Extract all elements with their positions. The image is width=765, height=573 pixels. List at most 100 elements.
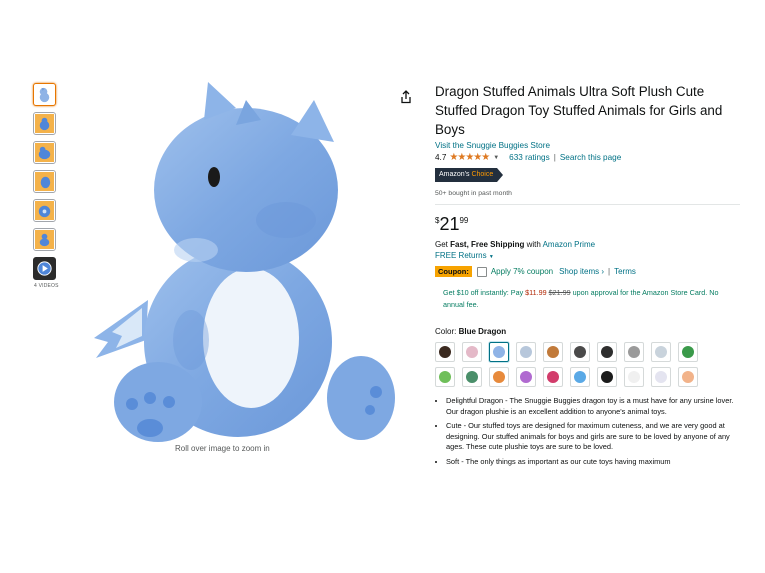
offer-new-price: $11.99 <box>525 288 547 297</box>
store-card-offer[interactable]: Get $10 off instantly: Pay $11.99 $21.99… <box>443 287 733 311</box>
dragon-thumbnail-image <box>35 143 54 162</box>
bullet-item: Cute - Our stuffed toys are designed for… <box>446 421 740 453</box>
videos-count-label: 4 VIDEOS <box>34 283 59 289</box>
swatch-image <box>466 371 478 383</box>
color-swatch[interactable] <box>543 367 563 387</box>
swatch-image <box>520 371 532 383</box>
offer-old-price: $21.99 <box>548 288 571 297</box>
dragon-plush-image <box>94 82 395 442</box>
divider <box>435 204 740 205</box>
swatch-image <box>547 346 559 358</box>
color-label: Color: Blue Dragon <box>435 327 740 336</box>
main-product-image[interactable] <box>86 80 401 445</box>
swatch-image <box>574 346 586 358</box>
product-title: Dragon Stuffed Animals Ultra Soft Plush … <box>435 84 723 137</box>
swatch-image <box>520 346 532 358</box>
feature-bullets: Delightful Dragon - The Snuggie Buggies … <box>435 396 740 467</box>
free-returns-link[interactable]: FREE Returns ▼ <box>435 251 740 260</box>
zoom-hint: Roll over image to zoom in <box>175 444 270 453</box>
dragon-thumbnail-image <box>35 172 54 191</box>
play-icon <box>37 261 52 276</box>
product-details: Dragon Stuffed Animals Ultra Soft Plush … <box>435 82 740 471</box>
color-swatches <box>435 342 740 387</box>
bought-count: 50+ bought in past month <box>435 190 512 197</box>
color-selected: Blue Dragon <box>458 327 507 336</box>
color-swatch[interactable] <box>516 342 536 362</box>
color-swatch[interactable] <box>597 342 617 362</box>
color-swatch[interactable] <box>435 342 455 362</box>
shipping-prefix: Get <box>435 240 451 249</box>
color-swatch[interactable] <box>651 342 671 362</box>
share-button[interactable] <box>400 90 412 104</box>
thumbnail-strip: 4 VIDEOS <box>33 83 61 289</box>
color-swatch[interactable] <box>462 342 482 362</box>
rating-row: 4.7 ★★★★★ ▼ 633 ratings | Search this pa… <box>435 152 740 163</box>
coupon-badge: Coupon: <box>435 266 472 277</box>
chevron-down-icon: ▼ <box>488 254 494 260</box>
color-swatch[interactable] <box>435 367 455 387</box>
video-thumbnail[interactable] <box>33 257 56 280</box>
price-fraction: 99 <box>459 216 469 225</box>
swatch-image <box>601 371 613 383</box>
bullet-item: Delightful Dragon - The Snuggie Buggies … <box>446 396 740 417</box>
price: $ 21 99 <box>435 214 740 234</box>
color-swatch[interactable] <box>489 367 509 387</box>
swatch-image <box>628 346 640 358</box>
offer-text-1: Get $10 off instantly: Pay <box>443 288 526 297</box>
thumbnail-2[interactable] <box>33 112 56 135</box>
amazon-prime-link[interactable]: Amazon Prime <box>543 240 595 249</box>
swatch-image <box>439 371 451 383</box>
shop-items-link[interactable]: Shop items › <box>559 267 604 276</box>
color-swatch[interactable] <box>462 367 482 387</box>
thumbnail-4[interactable] <box>33 170 56 193</box>
badge-choice: Choice <box>471 171 494 178</box>
chevron-down-icon[interactable]: ▼ <box>493 155 499 161</box>
color-swatch[interactable] <box>516 367 536 387</box>
swatch-image <box>601 346 613 358</box>
dragon-thumbnail-image <box>35 230 54 249</box>
swatch-image <box>574 371 586 383</box>
swatch-image <box>493 346 505 358</box>
price-whole: 21 <box>439 214 460 234</box>
badge-prefix: Amazon's <box>439 171 470 178</box>
thumbnail-5[interactable] <box>33 199 56 222</box>
swatch-image <box>547 371 559 383</box>
color-swatch[interactable] <box>678 342 698 362</box>
free-returns-label: FREE Returns <box>435 251 487 260</box>
color-swatch[interactable] <box>489 342 509 362</box>
dragon-thumbnail-image <box>39 87 50 103</box>
separator: | <box>608 267 611 276</box>
separator: | <box>553 153 556 162</box>
amazons-choice-badge: Amazon's Choice <box>435 168 504 182</box>
thumbnail-6[interactable] <box>33 228 56 251</box>
color-swatch[interactable] <box>624 367 644 387</box>
dragon-thumbnail-image <box>35 114 54 133</box>
swatch-image <box>466 346 478 358</box>
swatch-image <box>493 371 505 383</box>
ratings-count-link[interactable]: 633 ratings <box>509 153 550 162</box>
shipping-mid: with <box>524 240 543 249</box>
terms-link[interactable]: Terms <box>614 267 636 276</box>
color-swatch[interactable] <box>678 367 698 387</box>
share-icon <box>401 90 411 104</box>
dragon-thumbnail-image <box>35 201 54 220</box>
coupon-row: Coupon: Apply 7% coupon Shop items › | T… <box>435 265 740 278</box>
color-swatch[interactable] <box>570 342 590 362</box>
coupon-text[interactable]: Apply 7% coupon <box>491 267 553 276</box>
star-rating-icon[interactable]: ★★★★★ <box>449 152 490 163</box>
color-swatch[interactable] <box>651 367 671 387</box>
color-swatch[interactable] <box>597 367 617 387</box>
color-label-prefix: Color: <box>435 327 459 336</box>
swatch-image <box>655 346 667 358</box>
swatch-image <box>682 346 694 358</box>
store-link[interactable]: Visit the Snuggie Buggies Store <box>435 141 740 150</box>
color-swatch[interactable] <box>624 342 644 362</box>
color-swatch[interactable] <box>570 367 590 387</box>
coupon-checkbox[interactable] <box>476 266 487 277</box>
search-page-link[interactable]: Search this page <box>560 153 621 162</box>
thumbnail-1[interactable] <box>33 83 56 106</box>
thumbnail-3[interactable] <box>33 141 56 164</box>
bullet-item: Soft - The only things as important as o… <box>446 457 740 468</box>
color-swatch[interactable] <box>543 342 563 362</box>
swatch-image <box>655 371 667 383</box>
